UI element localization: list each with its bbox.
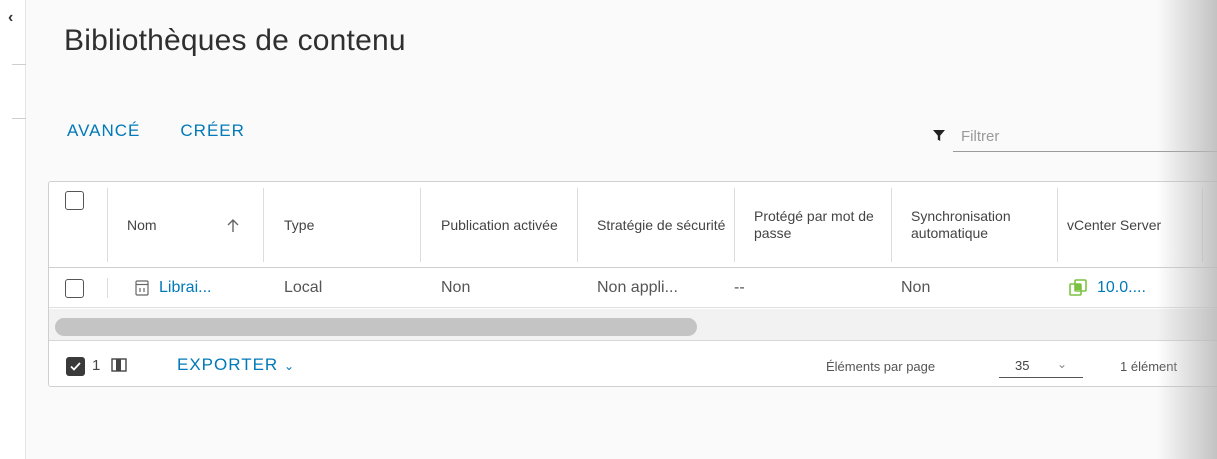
column-separator[interactable]	[734, 188, 735, 262]
left-nav-strip: ‹	[0, 0, 26, 459]
export-button[interactable]: EXPORTER ⌄	[177, 355, 295, 375]
filter-box	[933, 118, 1217, 154]
column-header-name[interactable]: Nom	[113, 182, 263, 268]
selection-checkbox[interactable]	[66, 357, 85, 376]
vcenter-icon	[1069, 279, 1087, 296]
column-separator[interactable]	[263, 188, 264, 262]
table-footer: 1 EXPORTER ⌄ Éléments par page 35 ⌄ 1 él…	[49, 342, 1217, 386]
vcenter-link[interactable]: 10.0....	[1097, 279, 1146, 297]
column-header-type[interactable]: Type	[270, 182, 420, 268]
toolbar: AVANCÉ CRÉER	[67, 121, 245, 141]
row-security: Non appli...	[597, 279, 678, 296]
divider	[12, 64, 26, 65]
column-header-vcenter[interactable]: vCenter Server	[1053, 182, 1203, 268]
column-separator[interactable]	[1202, 188, 1203, 262]
row-sync: Non	[901, 279, 931, 296]
library-name-link[interactable]: Librai...	[159, 279, 211, 297]
content-library-table: Nom Type Publication activée Stratégie d…	[48, 181, 1217, 387]
scrollbar-thumb[interactable]	[55, 318, 697, 336]
chevron-down-icon: ⌄	[1057, 357, 1068, 371]
column-separator[interactable]	[577, 188, 578, 262]
column-header-security[interactable]: Stratégie de sécurité	[583, 182, 733, 268]
column-header-publication[interactable]: Publication activée	[427, 182, 577, 268]
table-header: Nom Type Publication activée Stratégie d…	[49, 182, 1217, 268]
row-publication: Non	[441, 279, 471, 296]
select-all-checkbox[interactable]	[65, 191, 84, 210]
page-size-value: 35	[1015, 358, 1030, 373]
column-separator[interactable]	[420, 188, 421, 262]
column-label-name: Nom	[127, 216, 157, 233]
per-page-label: Éléments par page	[826, 359, 936, 374]
arrow-up-icon[interactable]	[227, 219, 239, 233]
row-name-cell: Librai...	[121, 268, 211, 308]
column-header-password[interactable]: Protégé par mot de passe	[740, 182, 890, 268]
checkmark-icon	[70, 362, 81, 371]
create-button[interactable]: CRÉER	[180, 121, 245, 141]
table-row[interactable]: Librai... Local Non Non appli... -- Non …	[49, 268, 1217, 308]
divider	[12, 118, 26, 119]
column-separator	[107, 188, 108, 262]
column-separator	[107, 278, 108, 298]
horizontal-scrollbar[interactable]	[49, 309, 1217, 341]
row-checkbox[interactable]	[65, 279, 84, 298]
page: ‹ Bibliothèques de contenu AVANCÉ CRÉER …	[0, 0, 1217, 459]
filter-input[interactable]	[953, 122, 1217, 152]
page-title: Bibliothèques de contenu	[64, 24, 406, 57]
column-toggle-icon[interactable]	[111, 358, 127, 372]
column-header-sync[interactable]: Synchronisation automatique	[897, 182, 1057, 268]
export-label: EXPORTER	[177, 355, 279, 374]
row-type: Local	[284, 279, 323, 296]
funnel-icon	[933, 130, 945, 141]
collapse-icon[interactable]: ‹	[8, 10, 13, 26]
row-vcenter-cell: 10.0....	[1055, 268, 1146, 308]
advanced-button[interactable]: AVANCÉ	[67, 121, 140, 141]
page-size-select[interactable]: 35 ⌄	[999, 352, 1083, 378]
chevron-down-icon: ⌄	[283, 359, 296, 373]
total-count: 1 élément	[1120, 359, 1178, 374]
column-separator[interactable]	[891, 188, 892, 262]
row-password: --	[734, 279, 745, 296]
selected-count: 1	[92, 357, 101, 374]
library-icon	[135, 280, 149, 296]
